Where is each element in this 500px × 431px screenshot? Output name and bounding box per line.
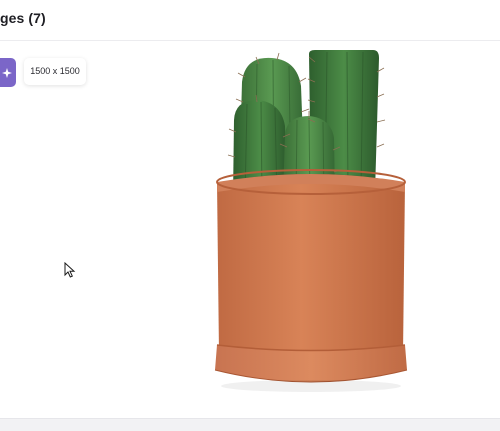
image-size-badge: 1500 x 1500 bbox=[24, 58, 86, 85]
ai-edit-button[interactable] bbox=[0, 58, 16, 87]
image-panel: ges (7) 1500 x 1500 bbox=[0, 0, 500, 418]
footer-strip bbox=[0, 419, 500, 431]
panel-header: ges (7) bbox=[0, 0, 500, 41]
page-title: ges (7) bbox=[0, 10, 46, 26]
product-image bbox=[137, 42, 500, 412]
pointer-cursor-icon bbox=[64, 261, 76, 283]
